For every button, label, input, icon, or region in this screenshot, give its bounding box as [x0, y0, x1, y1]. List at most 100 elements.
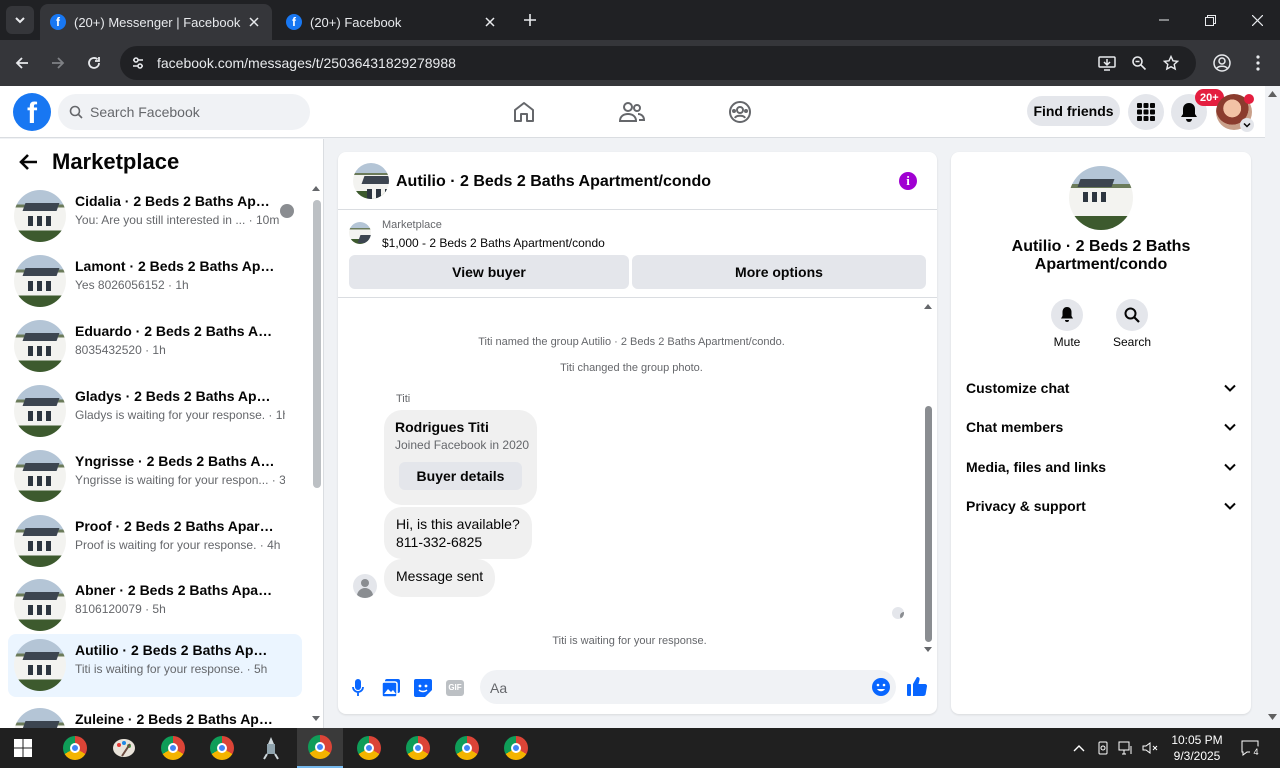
sidebar-header: Marketplace [18, 149, 179, 175]
minimize-button[interactable] [1141, 0, 1187, 40]
back-button[interactable] [8, 49, 36, 77]
nav-friends[interactable] [615, 96, 649, 128]
view-buyer-button[interactable]: View buyer [349, 255, 629, 289]
restore-button[interactable] [1187, 0, 1233, 40]
conversation-name: Gladys · 2 Beds 2 Baths Apartment/condo [75, 388, 275, 404]
conversation-name: Yngrisse · 2 Beds 2 Baths Apartment/cond… [75, 453, 275, 469]
voice-clip-button[interactable] [347, 677, 369, 699]
taskbar-chrome[interactable] [150, 728, 196, 768]
search-icon [1116, 299, 1148, 331]
like-button[interactable] [906, 675, 928, 697]
taskbar-chrome[interactable] [346, 728, 392, 768]
site-info-icon[interactable] [128, 53, 148, 73]
customize-chat-section[interactable]: Customize chat [966, 376, 1236, 400]
close-window-button[interactable] [1234, 0, 1280, 40]
attach-photo-button[interactable] [380, 677, 402, 699]
tray-overflow-icon[interactable] [1071, 740, 1087, 756]
bell-icon [1051, 299, 1083, 331]
find-friends-button[interactable]: Find friends [1027, 96, 1120, 126]
device-icon[interactable] [1095, 740, 1111, 756]
conversation-item[interactable]: Abner · 2 Beds 2 Baths Apartment/condo 8… [8, 574, 302, 637]
media-files-links-section[interactable]: Media, files and links [966, 455, 1236, 479]
close-tab-icon[interactable] [482, 14, 498, 30]
zoom-icon[interactable] [1129, 53, 1149, 73]
home-icon [514, 102, 534, 122]
privacy-support-section[interactable]: Privacy & support [966, 494, 1236, 518]
facebook-search-input[interactable]: Search Facebook [58, 94, 310, 130]
conversation-name: Proof · 2 Beds 2 Baths Apartment/condo [75, 518, 275, 534]
conversation-name: Zuleine · 2 Beds 2 Baths Apartment/condo [75, 711, 275, 727]
message-text: Message sent [396, 568, 484, 584]
sticker-button[interactable] [412, 677, 434, 699]
conversation-item[interactable]: Cidalia · 2 Beds 2 Baths Apartment/condo… [8, 185, 302, 248]
clock-time: 10:05 PM [1171, 733, 1223, 747]
section-label: Chat members [966, 419, 1064, 435]
browser-menu-button[interactable] [1244, 49, 1272, 77]
chat-members-section[interactable]: Chat members [966, 415, 1236, 439]
tab-facebook[interactable]: f (20+) Facebook [276, 4, 508, 40]
taskbar-chrome[interactable] [199, 728, 245, 768]
listing-price[interactable]: $1,000 - 2 Beds 2 Baths Apartment/condo [382, 236, 605, 250]
chat-header: Autilio · 2 Beds 2 Baths Apartment/condo… [338, 152, 937, 210]
taskbar-chrome[interactable] [493, 728, 539, 768]
taskbar-app[interactable] [248, 728, 294, 768]
profile-button[interactable] [1208, 49, 1236, 77]
sender-name: Titi [396, 393, 411, 405]
nav-home[interactable] [507, 96, 541, 128]
tab-messenger[interactable]: f (20+) Messenger | Facebook [40, 4, 272, 40]
chat-title[interactable]: Autilio · 2 Beds 2 Baths Apartment/condo [396, 173, 711, 191]
gif-button[interactable]: GIF [444, 677, 466, 699]
forward-button[interactable] [44, 49, 72, 77]
taskbar-chrome[interactable] [52, 728, 98, 768]
nav-groups[interactable] [723, 96, 757, 128]
conversation-item[interactable]: Gladys · 2 Beds 2 Baths Apartment/condo … [8, 380, 302, 443]
sender-avatar[interactable] [353, 574, 377, 598]
info-icon[interactable]: i [899, 172, 917, 190]
listing-thumbnail [14, 450, 66, 502]
bookmark-star-icon[interactable] [1161, 53, 1181, 73]
conversation-item[interactable]: Zuleine · 2 Beds 2 Baths Apartment/condo [8, 703, 302, 728]
notification-center-icon[interactable]: 4 [1240, 740, 1262, 758]
chat-avatar[interactable] [353, 163, 389, 199]
message-input[interactable]: Aa [480, 670, 896, 704]
taskbar-app[interactable] [101, 728, 147, 768]
page-scrollbar[interactable] [1265, 86, 1280, 728]
volume-muted-icon[interactable] [1142, 740, 1158, 756]
chevron-down-icon [1224, 423, 1236, 431]
conversation-preview: Gladys is waiting for your response. · 1… [75, 408, 285, 422]
reload-button[interactable] [80, 49, 108, 77]
conversation-item[interactable]: Yngrisse · 2 Beds 2 Baths Apartment/cond… [8, 445, 302, 508]
conversation-item[interactable]: Proof · 2 Beds 2 Baths Apartment/condo P… [8, 510, 302, 573]
network-icon[interactable] [1118, 740, 1134, 756]
search-label: Search [1112, 335, 1152, 349]
conversation-item-selected[interactable]: Autilio · 2 Beds 2 Baths Apartment/condo… [8, 634, 302, 697]
message-bubble: Hi, is this available? 811-332-6825 [384, 507, 532, 559]
conversation-item[interactable]: Lamont · 2 Beds 2 Baths Apartment/condo … [8, 250, 302, 313]
taskbar-chrome[interactable] [444, 728, 490, 768]
close-tab-icon[interactable] [246, 14, 262, 30]
new-tab-button[interactable] [518, 8, 542, 32]
tab-search-button[interactable] [6, 6, 34, 34]
emoji-icon[interactable] [872, 678, 890, 696]
search-in-chat-action[interactable]: Search [1102, 299, 1162, 349]
address-bar[interactable]: facebook.com/messages/t/2503643182927898… [120, 46, 1196, 80]
buyer-details-button[interactable]: Buyer details [399, 462, 522, 490]
account-avatar[interactable] [1216, 94, 1254, 132]
group-photo[interactable] [1069, 166, 1133, 230]
install-app-icon[interactable] [1097, 53, 1117, 73]
conversation-item[interactable]: Eduardo · 2 Beds 2 Baths Apartment/condo… [8, 315, 302, 378]
facebook-logo[interactable]: f [13, 93, 51, 131]
taskbar-chrome-active[interactable] [297, 728, 343, 768]
taskbar-chrome[interactable] [395, 728, 441, 768]
system-clock[interactable]: 10:05 PM 9/3/2025 [1166, 732, 1228, 764]
menu-button[interactable] [1128, 94, 1164, 130]
browser-tab-bar: f (20+) Messenger | Facebook f (20+) Fac… [0, 0, 1280, 40]
chat-scroll-thumb[interactable] [925, 406, 932, 642]
mute-action[interactable]: Mute [1037, 299, 1097, 349]
start-button[interactable] [0, 728, 46, 768]
back-arrow-icon[interactable] [18, 153, 38, 171]
sidebar-scroll-thumb[interactable] [313, 200, 321, 488]
more-options-button[interactable]: More options [632, 255, 926, 289]
chevron-down-icon [15, 17, 25, 24]
thumbs-up-icon [907, 677, 927, 696]
